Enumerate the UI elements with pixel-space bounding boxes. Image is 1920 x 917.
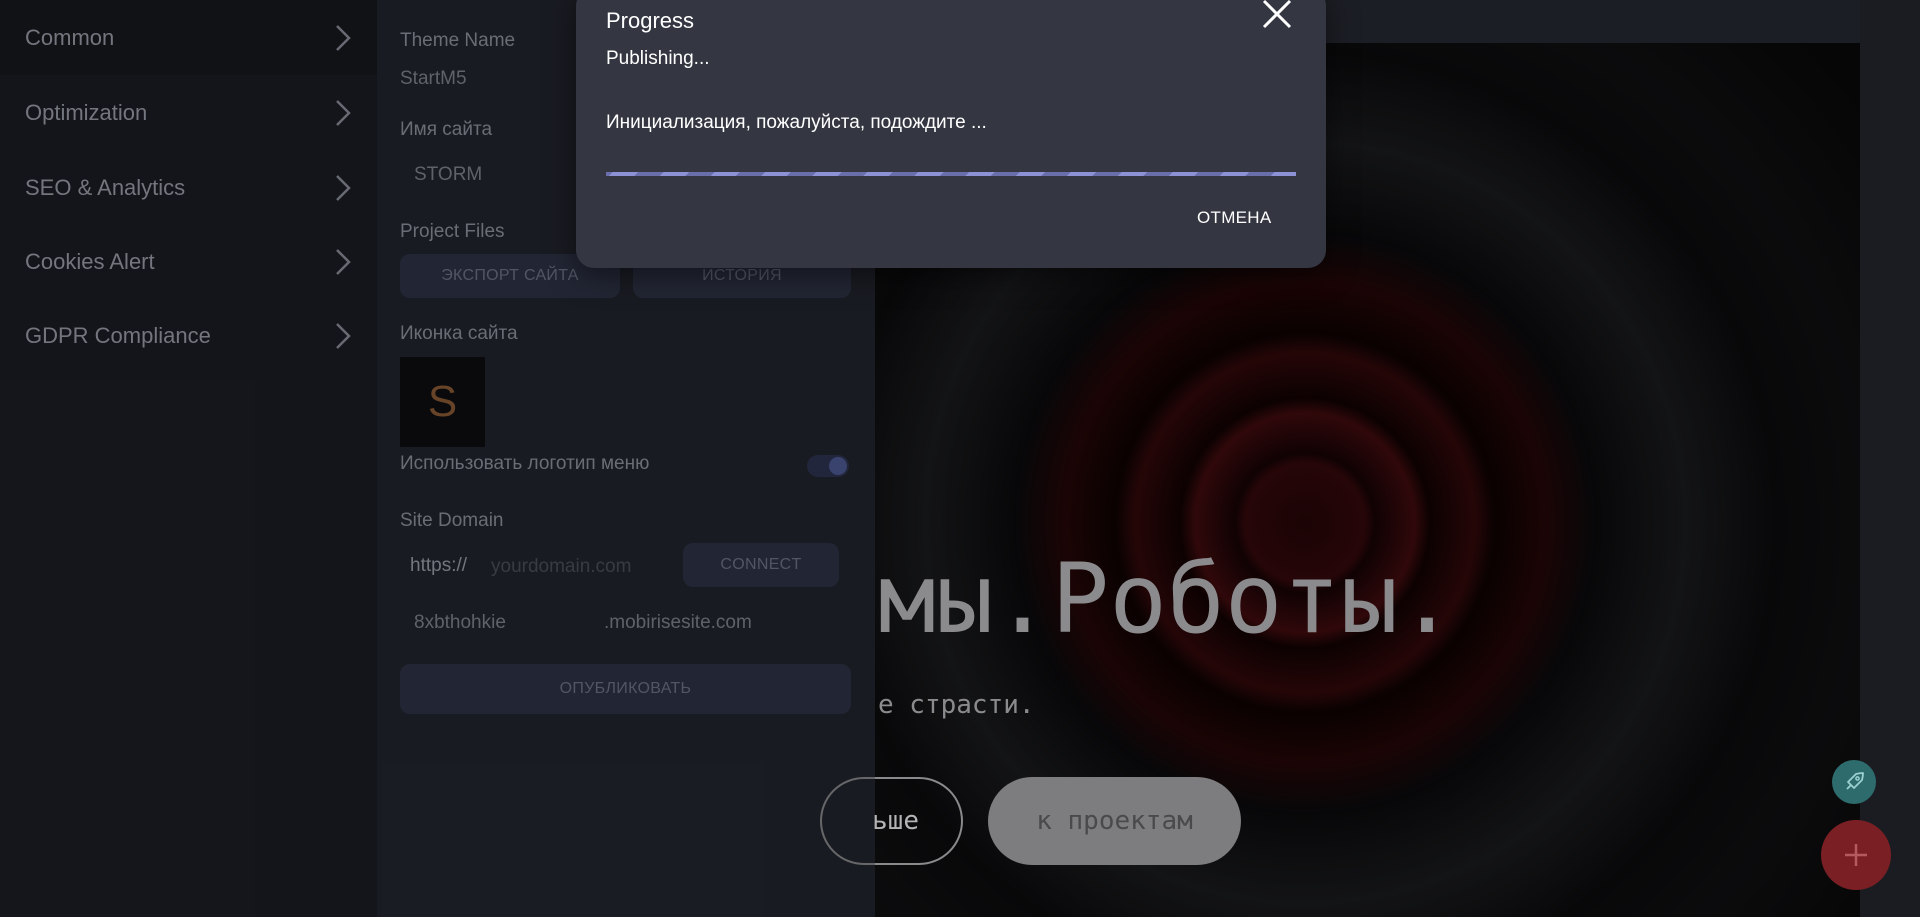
toggle-knob <box>829 457 847 475</box>
site-icon-label: Иконка сайта <box>400 323 518 344</box>
sidebar-item-gdpr[interactable]: GDPR Compliance <box>0 298 377 373</box>
subdomain-suffix: .mobirisesite.com <box>604 612 752 633</box>
connect-button[interactable]: CONNECT <box>683 543 839 587</box>
sidebar-item-optimization[interactable]: Optimization <box>0 75 377 150</box>
sidebar-item-common[interactable]: Common <box>0 0 377 75</box>
protocol-prefix: https:// <box>410 555 468 576</box>
hero-title: мы.Роботы. <box>878 543 1456 655</box>
project-files-label: Project Files <box>400 221 505 242</box>
dialog-title: Progress <box>606 8 695 33</box>
use-menu-logo-toggle[interactable] <box>807 455 849 477</box>
sidebar-item-seo-analytics[interactable]: SEO & Analytics <box>0 150 377 225</box>
cancel-button[interactable]: ОТМЕНА <box>1197 208 1272 228</box>
use-menu-logo-label: Использовать логотип меню <box>400 453 650 474</box>
sidebar-item-label: Cookies Alert <box>25 248 155 274</box>
sidebar-item-cookies-alert[interactable]: Cookies Alert <box>0 224 377 299</box>
settings-sidebar: Common Optimization SEO & Analytics Cook… <box>0 0 377 917</box>
chevron-right-icon <box>336 249 351 275</box>
chevron-right-icon <box>336 100 351 126</box>
chevron-right-icon <box>336 25 351 51</box>
subdomain-field[interactable]: 8xbthohkie <box>414 612 506 634</box>
add-block-fab[interactable] <box>1821 820 1891 890</box>
dialog-status: Publishing... <box>606 48 710 69</box>
sidebar-item-label: Common <box>25 24 115 50</box>
domain-input[interactable] <box>489 544 673 590</box>
site-icon-letter: S <box>427 377 458 426</box>
theme-name-label: Theme Name <box>400 30 516 51</box>
sidebar-item-label: GDPR Compliance <box>25 322 211 348</box>
chevron-right-icon <box>336 175 351 201</box>
plus-icon <box>1845 844 1867 866</box>
sidebar-item-label: Optimization <box>25 99 148 125</box>
close-icon[interactable] <box>1261 0 1293 30</box>
site-name-label: Имя сайта <box>400 119 493 140</box>
hero-more-label: ьше <box>872 806 919 836</box>
chevron-right-icon <box>336 323 351 349</box>
site-domain-label: Site Domain <box>400 510 504 531</box>
hero-projects-label: к проектам <box>1036 806 1193 836</box>
hero-subtitle: е страсти. <box>878 690 1035 720</box>
publish-rocket-fab[interactable] <box>1832 760 1876 804</box>
rocket-icon <box>1846 772 1864 790</box>
site-icon-preview[interactable]: S <box>400 357 485 447</box>
hero-projects-button[interactable]: к проектам <box>988 777 1241 865</box>
site-name-field[interactable]: STORM <box>414 164 482 186</box>
hero-more-button[interactable]: ьше <box>820 777 963 865</box>
dialog-message: Инициализация, пожалуйста, подождите ... <box>606 112 987 133</box>
sidebar-item-label: SEO & Analytics <box>25 174 186 200</box>
progress-bar <box>606 172 1296 176</box>
publish-button[interactable]: ОПУБЛИКОВАТЬ <box>400 664 851 714</box>
theme-name-value: StartM5 <box>400 68 467 89</box>
